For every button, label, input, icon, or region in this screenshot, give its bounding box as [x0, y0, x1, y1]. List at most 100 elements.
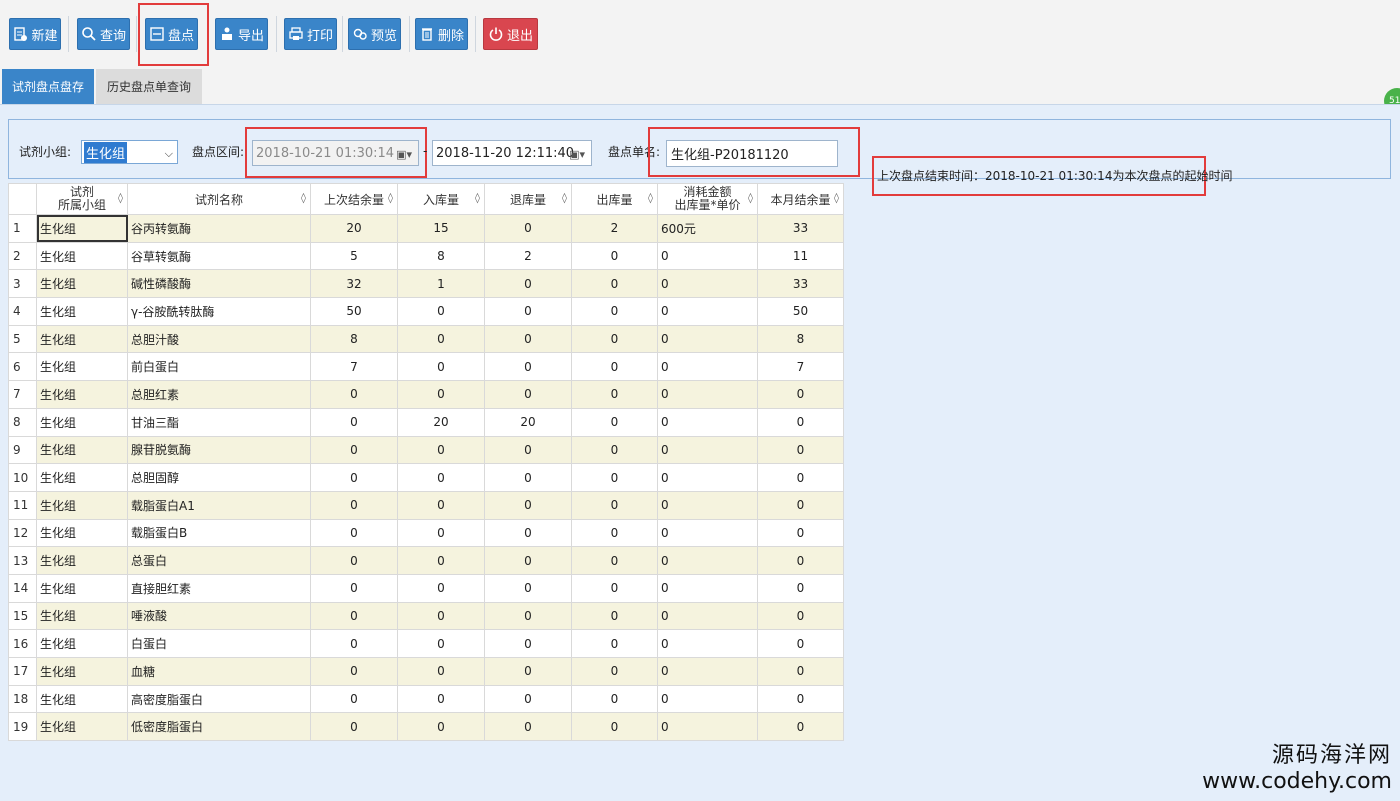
- cell-last-balance[interactable]: 20: [310, 214, 398, 243]
- cell-month-balance[interactable]: 0: [757, 712, 844, 742]
- cell-inbound[interactable]: 0: [397, 297, 485, 326]
- column-header-name[interactable]: 试剂名称 ◊: [127, 183, 311, 215]
- cell-group[interactable]: 生化组: [36, 463, 128, 492]
- cell-month-balance[interactable]: 7: [757, 352, 844, 382]
- cell-group[interactable]: 生化组: [36, 712, 128, 742]
- cell-name[interactable]: 白蛋白: [127, 629, 311, 658]
- cell-last-balance[interactable]: 8: [310, 324, 398, 354]
- cell-last-balance[interactable]: 50: [310, 297, 398, 326]
- table-row[interactable]: 18 生化组 高密度脂蛋白 0 0 0 0 0 0: [8, 684, 844, 714]
- cell-month-balance[interactable]: 33: [757, 269, 844, 299]
- cell-cost[interactable]: 0: [657, 684, 758, 714]
- sort-icon[interactable]: ◊: [301, 193, 306, 204]
- cell-outbound[interactable]: 0: [571, 684, 658, 714]
- cell-cost[interactable]: 0: [657, 518, 758, 548]
- cell-group[interactable]: 生化组: [36, 601, 128, 631]
- cell-name[interactable]: 总胆固醇: [127, 463, 311, 492]
- cell-group[interactable]: 生化组: [36, 684, 128, 714]
- cell-last-balance[interactable]: 0: [310, 546, 398, 575]
- cell-returned[interactable]: 0: [484, 546, 572, 575]
- sort-icon[interactable]: ◊: [118, 193, 123, 204]
- cell-returned[interactable]: 0: [484, 324, 572, 354]
- cell-cost[interactable]: 0: [657, 573, 758, 603]
- cell-last-balance[interactable]: 0: [310, 601, 398, 631]
- cell-inbound[interactable]: 1: [397, 269, 485, 299]
- cell-returned[interactable]: 0: [484, 684, 572, 714]
- preview-button[interactable]: 预览: [348, 18, 401, 50]
- cell-returned[interactable]: 0: [484, 601, 572, 631]
- cell-outbound[interactable]: 0: [571, 269, 658, 299]
- column-header-inbound[interactable]: 入库量 ◊: [397, 183, 485, 215]
- cell-returned[interactable]: 0: [484, 490, 572, 520]
- cell-cost[interactable]: 0: [657, 463, 758, 492]
- cell-name[interactable]: 甘油三酯: [127, 407, 311, 437]
- cell-returned[interactable]: 0: [484, 629, 572, 658]
- table-row[interactable]: 6 生化组 前白蛋白 7 0 0 0 0 7: [8, 352, 844, 382]
- cell-last-balance[interactable]: 0: [310, 712, 398, 742]
- cell-last-balance[interactable]: 32: [310, 269, 398, 299]
- table-row[interactable]: 4 生化组 γ-谷胺酰转肽酶 50 0 0 0 0 50: [8, 297, 844, 326]
- print-button[interactable]: 打印: [284, 18, 337, 50]
- cell-group[interactable]: 生化组: [36, 297, 128, 326]
- column-header-returned[interactable]: 退库量 ◊: [484, 183, 572, 215]
- cell-cost[interactable]: 0: [657, 269, 758, 299]
- cell-name[interactable]: 总蛋白: [127, 546, 311, 575]
- cell-group[interactable]: 生化组: [36, 435, 128, 465]
- cell-month-balance[interactable]: 0: [757, 380, 844, 409]
- cell-inbound[interactable]: 0: [397, 546, 485, 575]
- cell-cost[interactable]: 0: [657, 490, 758, 520]
- cell-outbound[interactable]: 0: [571, 657, 658, 686]
- cell-name[interactable]: 血糖: [127, 657, 311, 686]
- cell-outbound[interactable]: 2: [571, 214, 658, 243]
- cell-name[interactable]: 谷草转氨酶: [127, 241, 311, 271]
- new-button[interactable]: 新建: [9, 18, 61, 50]
- table-row[interactable]: 13 生化组 总蛋白 0 0 0 0 0 0: [8, 546, 844, 575]
- cell-group[interactable]: 生化组: [36, 407, 128, 437]
- cell-inbound[interactable]: 0: [397, 601, 485, 631]
- table-row[interactable]: 1 生化组 谷丙转氨酶 20 15 0 2 600元 33: [8, 214, 844, 243]
- cell-month-balance[interactable]: 0: [757, 601, 844, 631]
- sort-icon[interactable]: ◊: [562, 193, 567, 204]
- cell-name[interactable]: 腺苷脱氨酶: [127, 435, 311, 465]
- delete-button[interactable]: 删除: [415, 18, 468, 50]
- cell-inbound[interactable]: 20: [397, 407, 485, 437]
- cell-name[interactable]: 高密度脂蛋白: [127, 684, 311, 714]
- cell-inbound[interactable]: 0: [397, 463, 485, 492]
- cell-outbound[interactable]: 0: [571, 463, 658, 492]
- cell-cost[interactable]: 0: [657, 297, 758, 326]
- cell-inbound[interactable]: 0: [397, 573, 485, 603]
- cell-name[interactable]: 前白蛋白: [127, 352, 311, 382]
- cell-returned[interactable]: 0: [484, 297, 572, 326]
- cell-cost[interactable]: 0: [657, 629, 758, 658]
- cell-inbound[interactable]: 0: [397, 324, 485, 354]
- cell-group[interactable]: 生化组: [36, 380, 128, 409]
- cell-last-balance[interactable]: 5: [310, 241, 398, 271]
- cell-group[interactable]: 生化组: [36, 490, 128, 520]
- cell-last-balance[interactable]: 0: [310, 490, 398, 520]
- cell-month-balance[interactable]: 0: [757, 518, 844, 548]
- cell-outbound[interactable]: 0: [571, 546, 658, 575]
- cell-month-balance[interactable]: 0: [757, 657, 844, 686]
- cell-month-balance[interactable]: 11: [757, 241, 844, 271]
- cell-returned[interactable]: 0: [484, 712, 572, 742]
- cell-name[interactable]: γ-谷胺酰转肽酶: [127, 297, 311, 326]
- column-header-cost[interactable]: 消耗金额 出库量*单价 ◊: [657, 183, 758, 215]
- cell-last-balance[interactable]: 0: [310, 684, 398, 714]
- cell-inbound[interactable]: 0: [397, 435, 485, 465]
- cell-month-balance[interactable]: 0: [757, 629, 844, 658]
- cell-outbound[interactable]: 0: [571, 601, 658, 631]
- cell-month-balance[interactable]: 0: [757, 463, 844, 492]
- cell-last-balance[interactable]: 0: [310, 629, 398, 658]
- cell-outbound[interactable]: 0: [571, 435, 658, 465]
- cell-inbound[interactable]: 0: [397, 684, 485, 714]
- cell-name[interactable]: 直接胆红素: [127, 573, 311, 603]
- cell-inbound[interactable]: 0: [397, 629, 485, 658]
- table-row[interactable]: 12 生化组 载脂蛋白B 0 0 0 0 0 0: [8, 518, 844, 548]
- cell-last-balance[interactable]: 0: [310, 573, 398, 603]
- cell-outbound[interactable]: 0: [571, 407, 658, 437]
- cell-cost[interactable]: 600元: [657, 214, 758, 243]
- cell-month-balance[interactable]: 0: [757, 435, 844, 465]
- cell-group[interactable]: 生化组: [36, 518, 128, 548]
- cell-inbound[interactable]: 0: [397, 490, 485, 520]
- sort-icon[interactable]: ◊: [388, 193, 393, 204]
